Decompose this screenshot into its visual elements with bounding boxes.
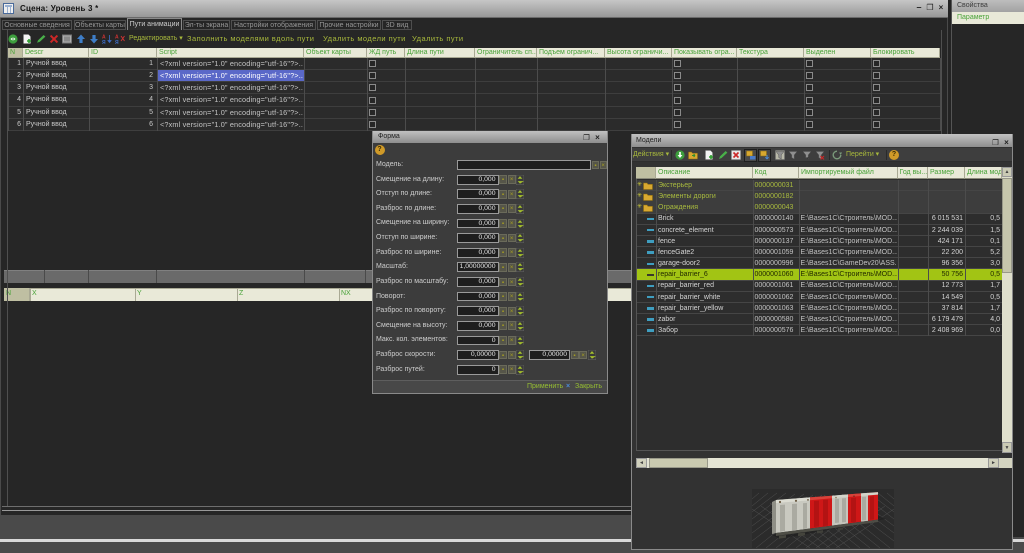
svg-text:Я: Я bbox=[102, 40, 106, 44]
svg-text:Я: Я bbox=[115, 40, 119, 44]
